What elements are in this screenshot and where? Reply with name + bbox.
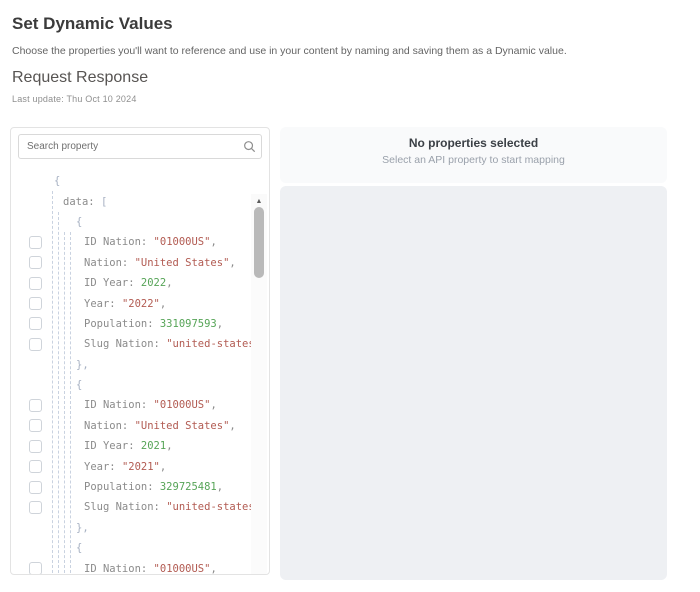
- property-checkbox[interactable]: [29, 256, 42, 269]
- tree-row: Year: "2021",: [11, 456, 253, 476]
- tree-row: Nation: "United States",: [11, 416, 253, 436]
- section-title: Request Response: [12, 69, 148, 87]
- tree-row-text: ID Year: 2022,: [84, 277, 173, 289]
- tree-row-text: Population: 329725481,: [84, 481, 223, 493]
- property-checkbox[interactable]: [29, 481, 42, 494]
- tree-row-text: Slug Nation: "united-states",: [84, 501, 253, 513]
- property-checkbox[interactable]: [29, 501, 42, 514]
- tree-row-text: data: [: [63, 196, 107, 208]
- tree-row-text: {: [76, 379, 82, 391]
- tree-row-text: {: [76, 216, 82, 228]
- tree-row-text: {: [76, 542, 82, 554]
- empty-state-subtitle: Select an API property to start mapping: [280, 154, 667, 166]
- property-checkbox[interactable]: [29, 338, 42, 351]
- empty-state-header: No properties selected Select an API pro…: [280, 127, 667, 183]
- magnifier-icon: [243, 140, 256, 153]
- property-checkbox[interactable]: [29, 236, 42, 249]
- tree-row: ID Nation: "01000US",: [11, 395, 253, 415]
- page-description: Choose the properties you'll want to ref…: [12, 45, 567, 57]
- tree-row-text: },: [76, 522, 89, 534]
- json-tree: { data: [ { ID Nation: "01000US", Nation…: [11, 161, 269, 574]
- tree-row: data: [: [11, 191, 253, 211]
- tree-row-text: },: [76, 359, 89, 371]
- tree-row-text: ID Nation: "01000US",: [84, 399, 217, 411]
- scrollbar[interactable]: ▲ ▼: [251, 194, 267, 574]
- tree-row: Slug Nation: "united-states",: [11, 497, 253, 517]
- last-update-text: Last update: Thu Oct 10 2024: [12, 94, 137, 104]
- set-dynamic-values-screen: Set Dynamic Values Choose the properties…: [0, 0, 700, 592]
- tree-row: {: [11, 375, 253, 395]
- property-checkbox[interactable]: [29, 419, 42, 432]
- tree-row: Population: 329725481,: [11, 477, 253, 497]
- property-checkbox[interactable]: [29, 562, 42, 574]
- tree-row: Slug Nation: "united-states",: [11, 334, 253, 354]
- search-box: [18, 134, 262, 159]
- tree-row: ID Nation: "01000US",: [11, 558, 253, 574]
- tree-row-text: Slug Nation: "united-states",: [84, 338, 253, 350]
- tree-row-text: Year: "2021",: [84, 461, 166, 473]
- property-checkbox[interactable]: [29, 277, 42, 290]
- tree-row-text: Population: 331097593,: [84, 318, 223, 330]
- json-tree-rows: { data: [ { ID Nation: "01000US", Nation…: [11, 171, 253, 574]
- mapping-panel-body: [280, 186, 667, 580]
- scroll-thumb[interactable]: [254, 207, 264, 278]
- property-checkbox[interactable]: [29, 440, 42, 453]
- tree-row: {: [11, 212, 253, 232]
- property-checkbox[interactable]: [29, 297, 42, 310]
- tree-row: Population: 331097593,: [11, 314, 253, 334]
- tree-row: },: [11, 518, 253, 538]
- tree-row: {: [11, 538, 253, 558]
- tree-row-text: ID Nation: "01000US",: [84, 563, 217, 574]
- tree-row-text: Year: "2022",: [84, 298, 166, 310]
- property-checkbox[interactable]: [29, 317, 42, 330]
- page-title: Set Dynamic Values: [12, 14, 173, 34]
- tree-row-text: Nation: "United States",: [84, 257, 236, 269]
- tree-row: {: [11, 171, 253, 191]
- properties-panel: { data: [ { ID Nation: "01000US", Nation…: [10, 127, 270, 575]
- empty-state-title: No properties selected: [280, 136, 667, 150]
- tree-row-text: {: [54, 175, 60, 187]
- property-checkbox[interactable]: [29, 460, 42, 473]
- tree-row: ID Year: 2021,: [11, 436, 253, 456]
- tree-row: Year: "2022",: [11, 293, 253, 313]
- tree-row-text: ID Nation: "01000US",: [84, 236, 217, 248]
- tree-row-text: Nation: "United States",: [84, 420, 236, 432]
- tree-row: ID Nation: "01000US",: [11, 232, 253, 252]
- property-checkbox[interactable]: [29, 399, 42, 412]
- tree-row: Nation: "United States",: [11, 253, 253, 273]
- tree-row: },: [11, 355, 253, 375]
- tree-row: ID Year: 2022,: [11, 273, 253, 293]
- tree-row-text: ID Year: 2021,: [84, 440, 173, 452]
- search-input[interactable]: [18, 134, 262, 159]
